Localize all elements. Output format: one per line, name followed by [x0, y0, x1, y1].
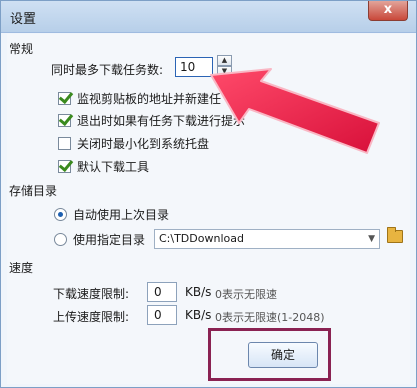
- download-speed-hint: 0表示无限速: [215, 288, 277, 301]
- dropdown-arrow-icon[interactable]: ▼: [368, 230, 375, 248]
- settings-dialog: 设置 x 常规 同时最多下载任务数: 10 ▲ ▼ 监视剪贴板的地址并新建任 退…: [0, 0, 417, 388]
- title-bar: 设置 x: [1, 1, 416, 33]
- section-storage-label: 存储目录: [9, 184, 58, 198]
- section-speed-label: 速度: [9, 261, 34, 275]
- upload-speed-hint: 0表示无限速(1-2048): [215, 311, 325, 324]
- radio-auto-dir[interactable]: 自动使用上次目录: [54, 206, 169, 223]
- checkbox-icon[interactable]: [58, 160, 71, 173]
- directory-path-input[interactable]: C:\TDDownload ▼: [154, 229, 380, 249]
- checkbox-label: 关闭时最小化到系统托盘: [77, 137, 210, 151]
- folder-icon[interactable]: [387, 227, 403, 243]
- radio-specified-dir[interactable]: 使用指定目录: [54, 231, 145, 248]
- radio-icon[interactable]: [54, 233, 67, 246]
- close-button[interactable]: x: [368, 1, 408, 21]
- download-speed-label: 下载速度限制:: [53, 287, 130, 301]
- upload-speed-input[interactable]: 0: [147, 305, 177, 325]
- checkbox-icon[interactable]: [58, 92, 71, 105]
- checkbox-icon[interactable]: [58, 137, 71, 150]
- radio-icon[interactable]: [54, 208, 67, 221]
- pointer-arrow-icon: [210, 68, 380, 154]
- ok-button[interactable]: 确定: [248, 342, 318, 368]
- checkbox-default-tool[interactable]: 默认下载工具: [58, 158, 149, 175]
- checkbox-minimize-tray[interactable]: 关闭时最小化到系统托盘: [58, 135, 209, 152]
- checkbox-icon[interactable]: [58, 114, 71, 127]
- max-tasks-label: 同时最多下载任务数:: [51, 63, 164, 77]
- download-speed-unit: KB/s: [185, 285, 212, 299]
- radio-label: 使用指定目录: [73, 233, 146, 247]
- window-title: 设置: [10, 12, 37, 27]
- download-speed-input[interactable]: 0: [147, 282, 177, 302]
- upload-speed-label: 上传速度限制:: [53, 310, 130, 324]
- directory-path-value: C:\TDDownload: [159, 232, 244, 245]
- radio-label: 自动使用上次目录: [73, 208, 170, 222]
- section-general-label: 常规: [9, 42, 34, 56]
- close-icon: x: [383, 2, 393, 17]
- checkbox-label: 监视剪贴板的地址并新建任: [77, 92, 222, 106]
- checkbox-label: 默认下载工具: [77, 160, 150, 174]
- checkbox-monitor-clipboard[interactable]: 监视剪贴板的地址并新建任: [58, 90, 221, 107]
- upload-speed-unit: KB/s: [185, 308, 212, 322]
